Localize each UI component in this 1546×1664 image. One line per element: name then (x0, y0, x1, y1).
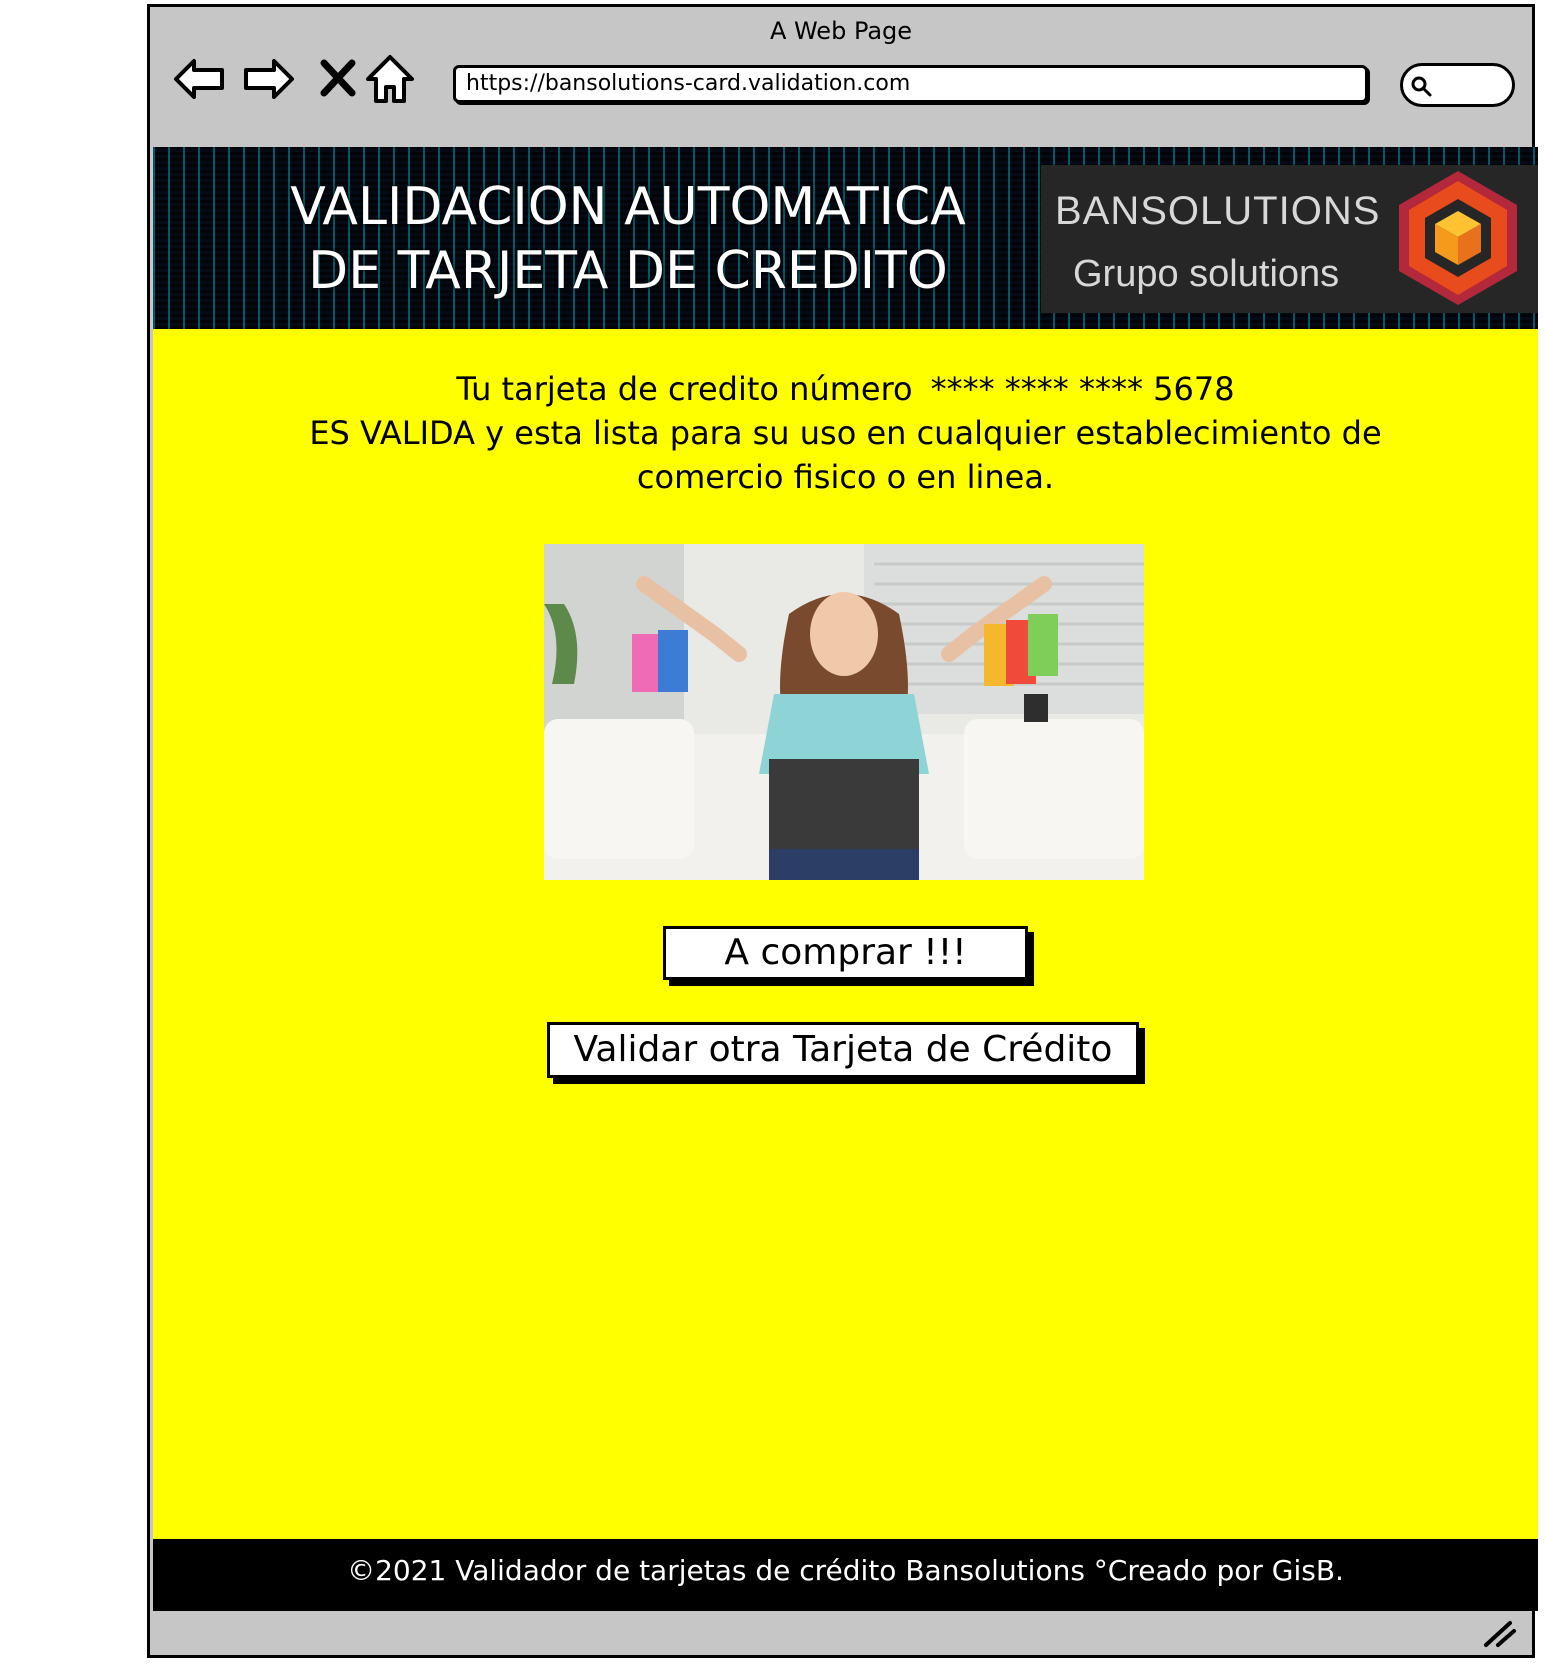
message-valid-line: ES VALIDA y esta lista para su uso en cu… (309, 414, 1382, 452)
forward-arrow-icon[interactable] (238, 49, 298, 109)
card-number: **** **** **** 5678 (930, 370, 1235, 408)
back-arrow-icon[interactable] (170, 49, 230, 109)
hexagon-cube-logo-icon (1399, 171, 1517, 305)
main-content: Tu tarjeta de credito número **** **** **… (153, 329, 1538, 1539)
browser-window: A Web Page https://bansolutions-card.val… (147, 4, 1538, 1658)
footer: ©2021 Validador de tarjetas de crédito B… (153, 1539, 1538, 1611)
buy-button[interactable]: A comprar !!! (663, 926, 1028, 980)
shopping-girl-photo (544, 544, 1144, 880)
resize-grip-icon[interactable] (1480, 1617, 1518, 1649)
close-icon[interactable] (308, 49, 368, 109)
page-title-line-2: DE TARJETA DE CREDITO (308, 241, 948, 301)
site-header: VALIDACION AUTOMATICA DE TARJETA DE CRED… (153, 147, 1538, 329)
url-bar[interactable]: https://bansolutions-card.validation.com (453, 65, 1368, 103)
brand-logo-box: BANSOLUTIONS Grupo solutions (1041, 165, 1538, 313)
validate-another-card-button[interactable]: Validar otra Tarjeta de Crédito (547, 1022, 1139, 1078)
validation-message: Tu tarjeta de credito número **** **** **… (153, 367, 1538, 499)
page-title: VALIDACION AUTOMATICA DE TARJETA DE CRED… (283, 175, 973, 303)
brand-name: BANSOLUTIONS (1055, 189, 1381, 233)
window-title: A Web Page (769, 17, 913, 45)
message-usage-line: comercio fisico o en linea. (636, 458, 1055, 496)
search-icon (1411, 76, 1432, 97)
brand-tagline: Grupo solutions (1073, 253, 1340, 295)
search-field[interactable] (1400, 63, 1515, 107)
page-title-line-1: VALIDACION AUTOMATICA (290, 177, 966, 237)
home-icon[interactable] (360, 49, 420, 109)
message-card-label: Tu tarjeta de credito número (456, 370, 913, 408)
